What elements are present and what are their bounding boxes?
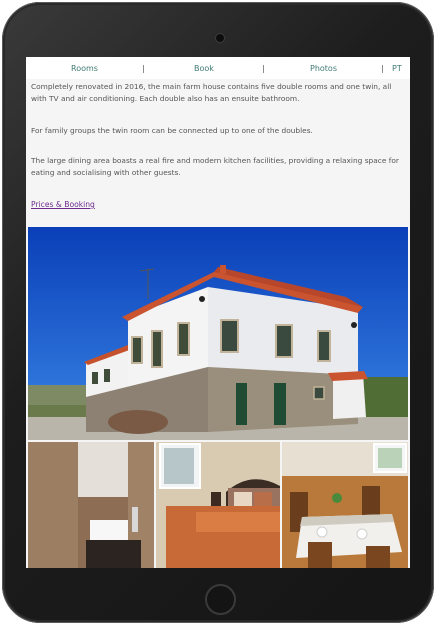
home-button-icon[interactable] xyxy=(205,584,236,615)
bedroom-photo[interactable] xyxy=(156,442,280,568)
screen: Rooms | Book | Photos | PT Completely re… xyxy=(26,57,410,568)
camera-icon xyxy=(215,33,225,43)
nav-separator: | xyxy=(142,64,145,73)
top-nav: Rooms | Book | Photos | PT xyxy=(26,57,410,79)
nav-separator: | xyxy=(262,64,265,73)
nav-rooms-link[interactable]: Rooms xyxy=(71,64,98,73)
nav-book-link[interactable]: Book xyxy=(194,64,214,73)
nav-separator: | xyxy=(381,64,384,73)
farmhouse-photo[interactable] xyxy=(28,227,408,440)
nav-language-link[interactable]: PT xyxy=(392,64,402,73)
intro-paragraph: Completely renovated in 2016, the main f… xyxy=(31,82,392,103)
bathroom-photo[interactable] xyxy=(28,442,154,568)
family-paragraph: For family groups the twin room can be c… xyxy=(31,126,313,135)
nav-photos-link[interactable]: Photos xyxy=(310,64,337,73)
dining-paragraph: The large dining area boasts a real fire… xyxy=(31,156,399,177)
dining-room-photo[interactable] xyxy=(282,442,408,568)
prices-booking-link[interactable]: Prices & Booking xyxy=(31,199,95,211)
